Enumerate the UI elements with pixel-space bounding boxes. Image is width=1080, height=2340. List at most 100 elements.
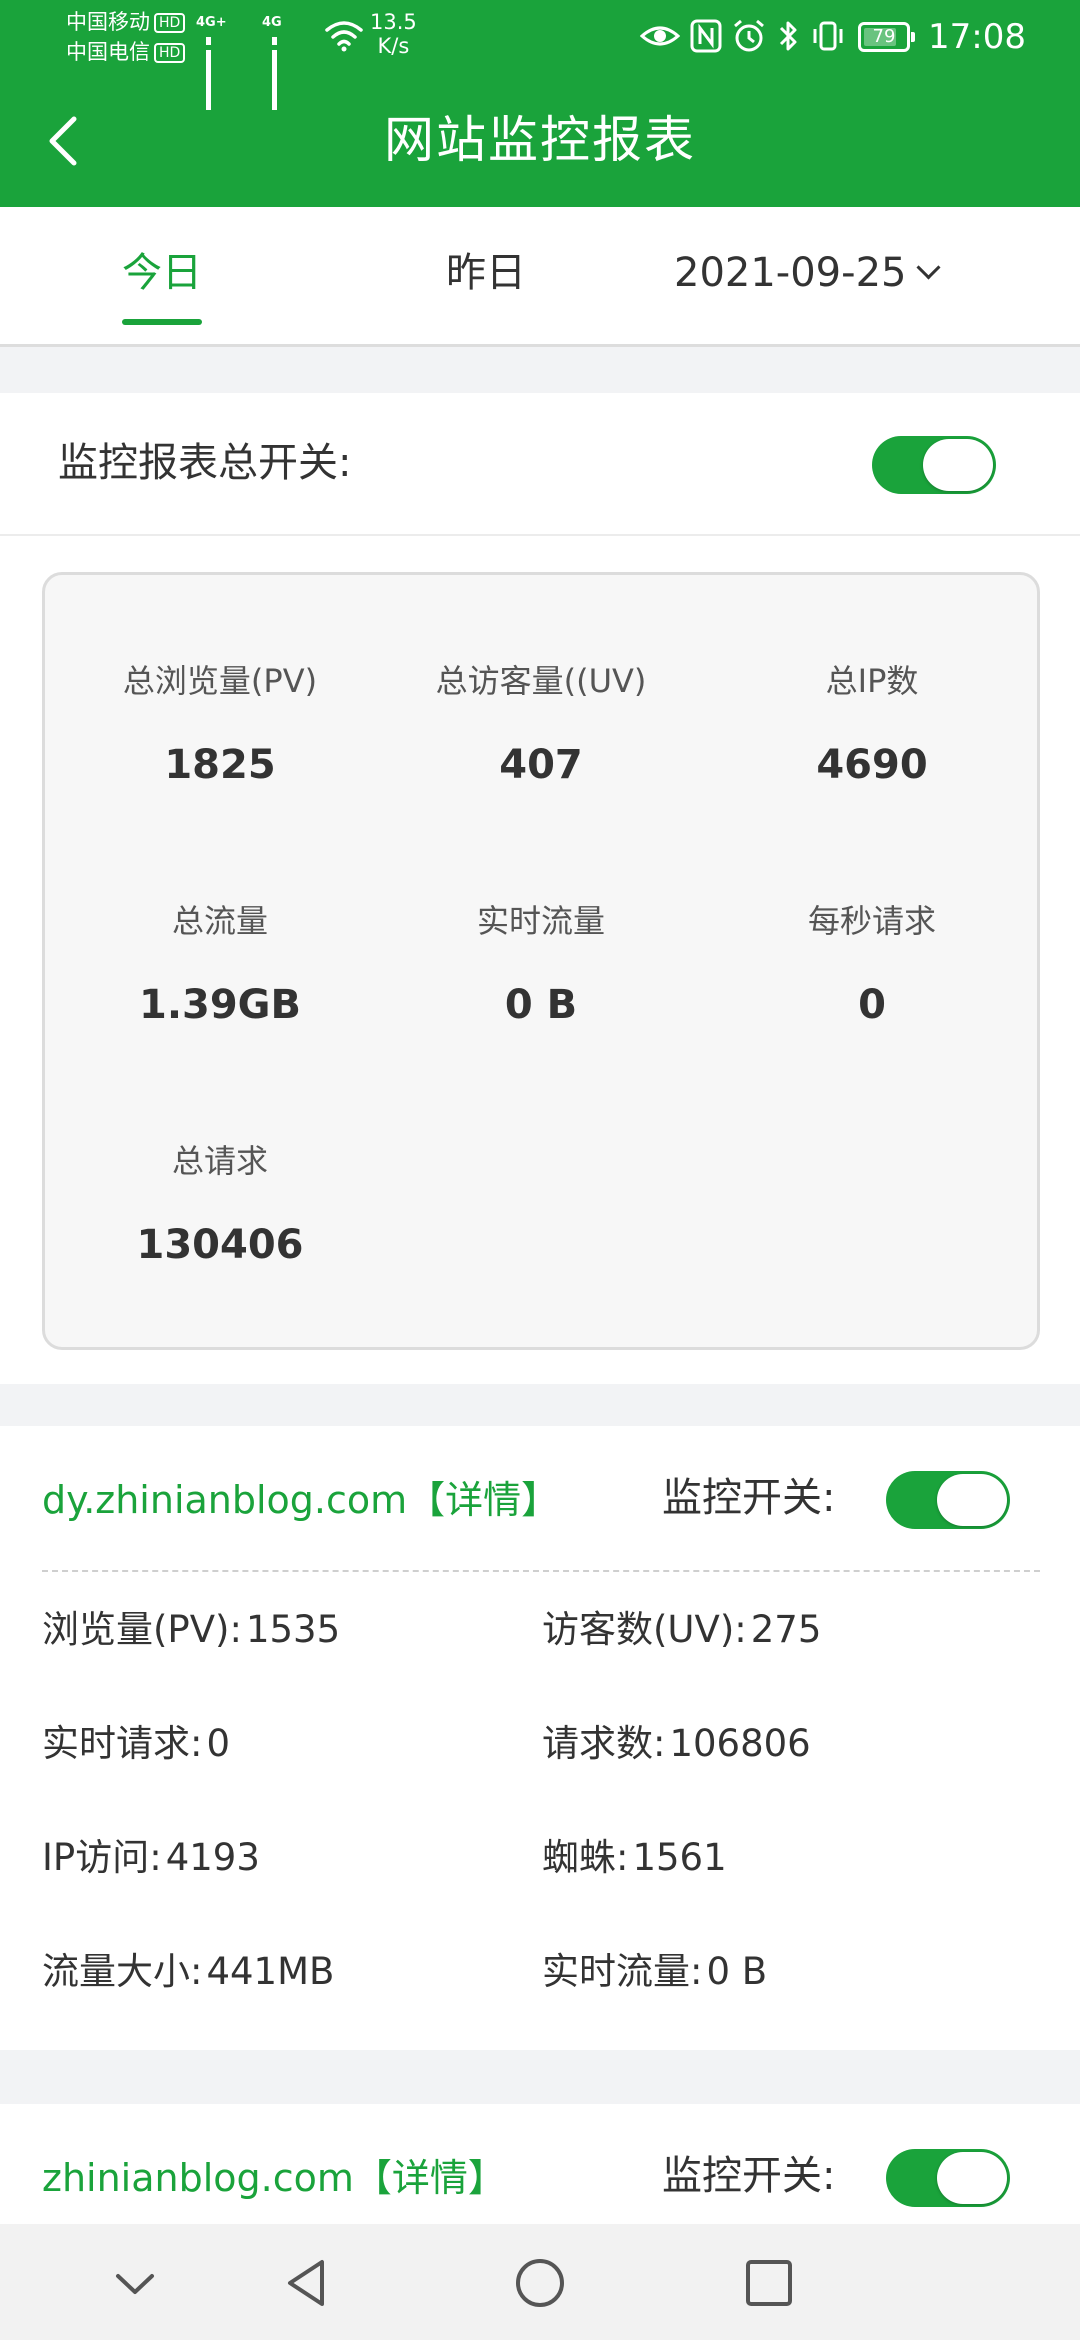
stat-value: 0 B (504, 982, 578, 1028)
date-value: 2021-09-25 (674, 250, 907, 296)
stat-label: 总访客量((UV) (435, 662, 647, 700)
site-card: dy.zhinianblog.com【详情】 监控开关: 浏览量(PV): 153… (0, 1426, 1080, 2050)
metric-value: 1561 (632, 1836, 727, 1879)
metric-pv: 浏览量(PV): 1535 (42, 1606, 340, 1654)
chevron-down-icon (916, 255, 941, 280)
site-title: zhinianblog.com【详情】 (42, 2152, 506, 2204)
metric-value: 0 (206, 1722, 231, 1765)
status-bar: 中国移动 HD 中国电信 HD 4G+ 4G 13.5 K/s 79 17:08 (0, 0, 1080, 110)
tab-indicator (122, 319, 202, 325)
carrier-2-name: 中国电信 (66, 40, 150, 64)
nav-home-button[interactable] (505, 2248, 575, 2318)
carrier-1-name: 中国移动 (66, 10, 150, 34)
bluetooth-icon (779, 21, 797, 51)
wifi-icon (325, 21, 363, 52)
site-title: dy.zhinianblog.com【详情】 (42, 1474, 559, 1526)
nfc-icon (690, 19, 722, 53)
stat-value: 4690 (816, 742, 928, 788)
metric-uv: 访客数(UV): 275 (542, 1606, 821, 1654)
site-domain: zhinianblog.com (42, 2156, 354, 2200)
master-switch-toggle[interactable] (872, 436, 996, 494)
tab-date-picker[interactable]: 2021-09-25 (674, 247, 941, 299)
metric-ip-visits: IP访问: 4193 (42, 1834, 260, 1882)
stat-label: 总IP数 (825, 662, 919, 700)
metric-value: 0 B (706, 1950, 768, 1993)
metric-traffic-size: 流量大小: 441MB (42, 1948, 334, 1996)
vibrate-icon (813, 21, 843, 51)
nav-back-button[interactable] (274, 2248, 344, 2318)
stat-label: 总请求 (171, 1142, 268, 1180)
stat-label: 总流量 (171, 902, 268, 940)
metric-label: 请求数: (542, 1722, 666, 1765)
battery-percent: 79 (872, 26, 896, 47)
stat-total-ip: 总IP数 4690 (707, 661, 1037, 789)
metric-value: 1535 (245, 1608, 341, 1651)
battery-icon: 79 (858, 22, 915, 52)
hd-badge: HD (154, 43, 186, 63)
triangle-back-icon (288, 2260, 324, 2306)
summary-card: 总浏览量(PV) 1825 总访客量((UV) 407 总IP数 4690 总流… (42, 572, 1040, 1350)
square-recents-icon (746, 2260, 792, 2306)
stat-total-pv: 总浏览量(PV) 1825 (55, 661, 385, 789)
toggle-knob (937, 1474, 1007, 1526)
master-switch-row: 监控报表总开关: (0, 393, 1080, 536)
date-tabs: 今日 昨日 2021-09-25 (0, 207, 1080, 347)
metric-value: 441MB (206, 1950, 335, 1993)
carrier-2: 中国电信 HD (66, 40, 186, 64)
summary-section: 总浏览量(PV) 1825 总访客量((UV) 407 总IP数 4690 总流… (0, 536, 1080, 1384)
nav-recents-button[interactable] (734, 2248, 804, 2318)
stat-label: 每秒请求 (807, 902, 936, 940)
master-switch-label: 监控报表总开关: (58, 440, 352, 486)
alarm-icon (734, 19, 764, 52)
monitor-switch-label: 监控开关: (662, 2153, 836, 2199)
divider (42, 1570, 1040, 1572)
circle-home-icon (516, 2259, 564, 2307)
metric-label: 实时流量: (542, 1950, 703, 1993)
page-title: 网站监控报表 (384, 111, 696, 169)
metric-label: 浏览量(PV): (42, 1608, 242, 1651)
metric-requests: 请求数: 106806 (542, 1720, 811, 1768)
clock: 17:08 (928, 17, 1026, 57)
metric-spiders: 蜘蛛: 1561 (542, 1834, 727, 1882)
net-speed: 13.5 K/s (370, 10, 417, 58)
toggle-knob (937, 2152, 1007, 2204)
carrier-1: 中国移动 HD (66, 10, 186, 34)
stat-requests-per-second: 每秒请求 0 (707, 901, 1037, 1029)
site-domain: dy.zhinianblog.com (42, 1478, 408, 1522)
tab-today[interactable]: 今日 (122, 247, 202, 299)
stat-total-uv: 总访客量((UV) 407 (376, 661, 706, 789)
tab-yesterday[interactable]: 昨日 (446, 247, 526, 299)
metric-realtime-requests: 实时请求: 0 (42, 1720, 230, 1768)
monitor-switch-toggle[interactable] (886, 2149, 1010, 2207)
metric-realtime-traffic: 实时流量: 0 B (542, 1948, 767, 1996)
metric-label: IP访问: (42, 1836, 162, 1879)
monitor-switch-toggle[interactable] (886, 1471, 1010, 1529)
site-detail-link[interactable]: 【详情】 (354, 2156, 506, 2200)
nav-header: 网站监控报表 (0, 75, 1080, 207)
stat-total-requests: 总请求 130406 (55, 1141, 385, 1269)
stat-value: 407 (499, 742, 583, 788)
toggle-knob (923, 439, 993, 491)
metric-label: 访客数(UV): (542, 1608, 747, 1651)
metric-label: 蜘蛛: (542, 1836, 629, 1879)
app-header: 中国移动 HD 中国电信 HD 4G+ 4G 13.5 K/s 79 17:08… (0, 0, 1080, 207)
nav-collapse-button[interactable] (100, 2248, 170, 2318)
stat-value: 1.39GB (138, 982, 301, 1028)
site-card: zhinianblog.com【详情】 监控开关: (0, 2104, 1080, 2224)
metric-value: 275 (750, 1608, 822, 1651)
system-nav-bar (0, 2224, 1080, 2340)
stat-value: 0 (858, 982, 886, 1028)
hd-badge: HD (154, 13, 186, 33)
metric-label: 实时请求: (42, 1722, 203, 1765)
stat-value: 130406 (136, 1222, 304, 1268)
monitor-switch-label: 监控开关: (662, 1475, 836, 1521)
site-detail-link[interactable]: 【详情】 (407, 1478, 559, 1522)
stat-total-traffic: 总流量 1.39GB (55, 901, 385, 1029)
chevron-down-icon (116, 2274, 154, 2294)
metric-value: 106806 (669, 1722, 811, 1765)
stat-value: 1825 (164, 742, 276, 788)
metric-value: 4193 (165, 1836, 260, 1879)
eye-comfort-icon (640, 26, 680, 46)
stat-label: 实时流量 (476, 902, 605, 940)
stat-label: 总浏览量(PV) (122, 662, 318, 700)
